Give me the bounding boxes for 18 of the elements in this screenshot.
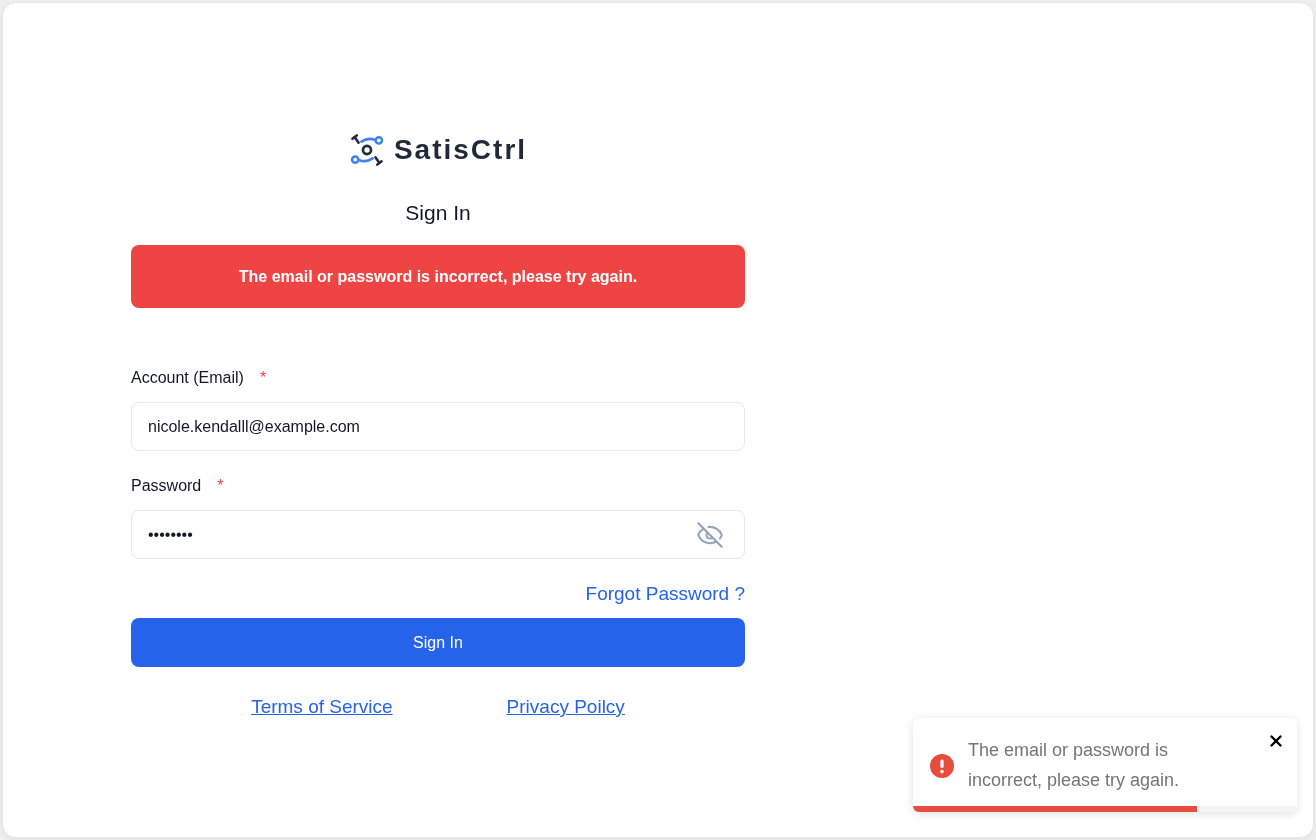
required-mark: * — [217, 476, 224, 496]
toast-message: The email or password is incorrect, please try again. — [968, 739, 1181, 792]
alert-icon — [930, 754, 954, 778]
sign-in-button[interactable]: Sign In — [131, 618, 745, 667]
field-label: Account (Email) — [131, 368, 244, 388]
error-banner: The email or password is incorrect, please try again. — [131, 245, 745, 308]
close-icon[interactable] — [1267, 732, 1285, 750]
required-mark: * — [259, 368, 267, 388]
logo-icon — [348, 133, 385, 167]
email-field[interactable]: nicole.kendalll@example.com — [131, 402, 745, 451]
field-label: Password — [131, 476, 202, 496]
footer-link[interactable]: Privacy Poilcy — [506, 692, 625, 722]
forgot-password-link[interactable]: Forgot Password ? — [585, 579, 745, 609]
eye-off-icon[interactable] — [696, 520, 724, 549]
password-field[interactable]: •••••••• — [131, 510, 745, 559]
page-heading: Sign In — [404, 200, 472, 226]
logo-wordmark: SatisCtrl — [393, 136, 528, 164]
footer-link[interactable]: Terms of Service — [251, 692, 393, 722]
